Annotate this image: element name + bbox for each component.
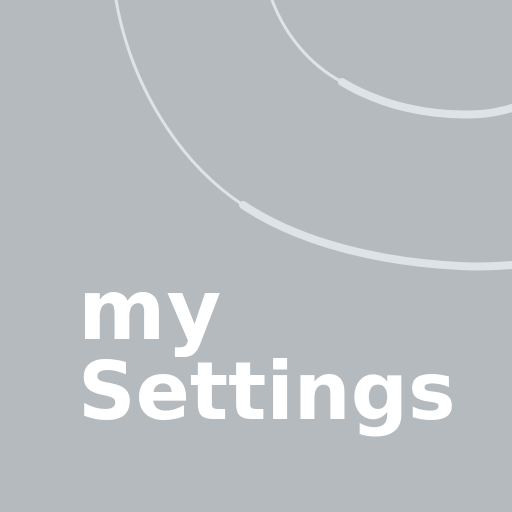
outer-arc-thick xyxy=(239,201,512,271)
outer-arc-thin xyxy=(114,0,245,207)
app-name-line-2: Settings xyxy=(78,345,456,438)
inner-arc-thick xyxy=(338,78,512,119)
app-icon-tile[interactable]: my Settings xyxy=(0,0,512,512)
app-name-line-1: my xyxy=(78,261,223,359)
app-name: my Settings xyxy=(78,268,456,432)
inner-arc-thin xyxy=(270,0,344,84)
